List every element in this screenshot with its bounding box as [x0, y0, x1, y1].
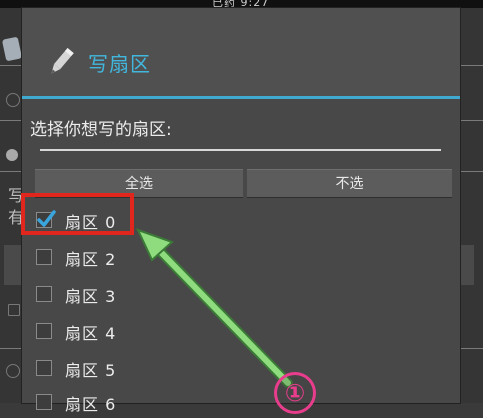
background-divider: [0, 348, 22, 349]
sector-item[interactable]: 扇区 3: [35, 280, 335, 310]
sector-checkbox[interactable]: [36, 323, 52, 339]
background-checkbox: [8, 304, 20, 316]
background-block: [460, 245, 474, 285]
background-block: [4, 245, 22, 285]
sector-checkbox[interactable]: [36, 249, 52, 265]
sector-checkbox[interactable]: [36, 360, 52, 376]
pencil-icon: [51, 47, 74, 74]
sector-label: 扇区 5: [65, 361, 117, 380]
sector-checkbox[interactable]: [36, 286, 52, 302]
highlight-box: [21, 193, 134, 235]
background-divider: [460, 171, 483, 172]
background-app-right: [460, 8, 483, 403]
background-divider: [0, 171, 22, 172]
sector-label: 扇区 6: [65, 395, 117, 414]
sector-label: 扇区 4: [65, 324, 117, 343]
background-radio: [6, 364, 20, 378]
status-bar: 已药 9:27: [0, 0, 483, 8]
background-divider: [460, 120, 483, 121]
select-none-button[interactable]: 不选: [247, 169, 452, 198]
sector-input[interactable]: [40, 149, 441, 151]
background-app-icon: [1, 36, 23, 62]
background-divider: [460, 65, 483, 66]
background-divider: [460, 348, 483, 349]
sector-label: 扇区 2: [65, 250, 117, 269]
background-divider: [0, 120, 22, 121]
dialog-header: 写扇区: [22, 8, 460, 96]
title-divider: [22, 96, 460, 99]
sector-label: 扇区 3: [65, 287, 117, 306]
sector-item[interactable]: 扇区 4: [35, 317, 335, 347]
step-badge: ①: [274, 372, 316, 414]
sector-item[interactable]: 扇区 2: [35, 243, 335, 273]
background-radio: [6, 93, 20, 107]
sector-checkbox[interactable]: [36, 394, 52, 410]
sector-prompt: 选择你想写的扇区:: [30, 120, 172, 140]
dialog-title: 写扇区: [88, 52, 151, 76]
background-divider: [0, 65, 22, 66]
status-time: 已药 9:27: [212, 0, 270, 8]
background-app-left: 写 有: [0, 8, 24, 403]
background-radio-selected: [6, 149, 18, 161]
